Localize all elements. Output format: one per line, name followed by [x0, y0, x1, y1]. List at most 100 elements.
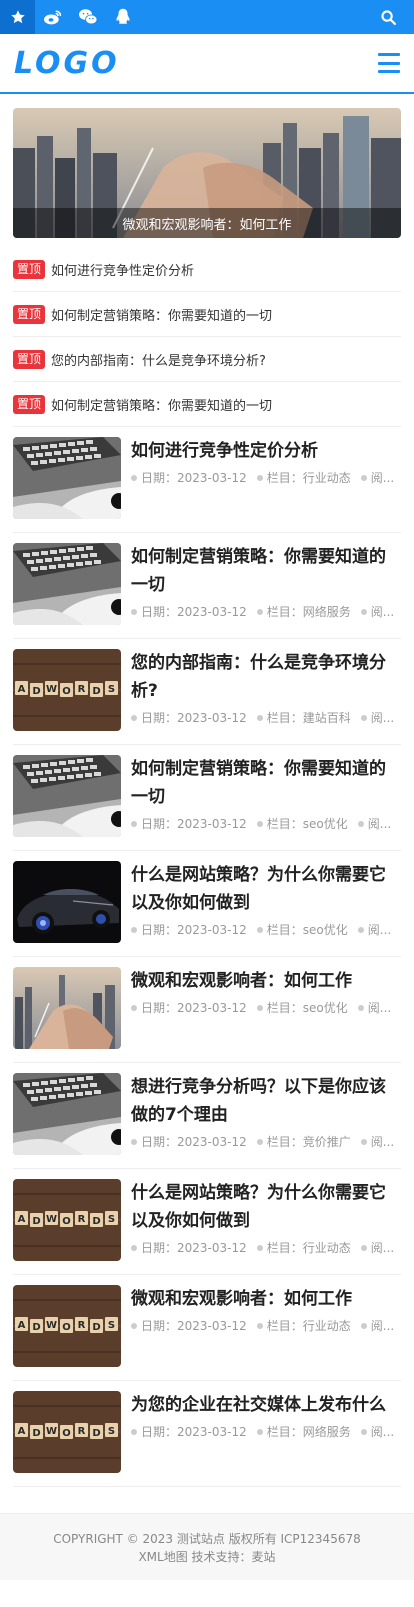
article-body: 什么是网站策略？为什么你需要它以及你如何做到日期： 2023-03-12 栏目： 行业…	[131, 1179, 401, 1274]
category-value[interactable]: 行业动态	[303, 469, 351, 486]
article-item[interactable]: A D W O R D S 您的内部指南：什么是竞争环境分析? 日期： 2023-03-12 栏目：…	[13, 639, 401, 745]
article-item[interactable]: A D W O R D S 什么是网站策略？为什么你需要它以及你如何做到日期： 2023-03-…	[13, 1169, 401, 1275]
views-value: 阅...	[370, 1135, 395, 1149]
article-thumbnail[interactable]: ADWORDS	[13, 1391, 121, 1473]
article-item[interactable]: 什么是网站策略？为什么你需要它以及你如何做到日期： 2023-03-12 栏目： se…	[13, 851, 401, 957]
weibo-icon[interactable]	[35, 0, 70, 34]
svg-text:R: R	[78, 1426, 86, 1437]
article-meta: 日期： 2023-03-12 栏目： seo优化 阅...	[131, 921, 401, 938]
meta-views: 阅...	[360, 469, 395, 486]
category-value[interactable]: 行业动态	[303, 1317, 351, 1334]
footer-links[interactable]: XML地图 技术支持：麦站	[0, 1548, 414, 1566]
site-logo[interactable]: LOGO	[14, 46, 120, 81]
bullet-icon	[256, 474, 263, 481]
svg-text:A: A	[18, 684, 26, 695]
article-title[interactable]: 如何制定营销策略：你需要知道的一切	[131, 755, 401, 811]
top-bar	[0, 0, 414, 34]
category-value[interactable]: seo优化	[303, 921, 348, 938]
bullet-icon	[256, 1244, 263, 1251]
article-title[interactable]: 您的内部指南：什么是竞争环境分析?	[131, 649, 401, 705]
category-label: 栏目：	[266, 1241, 303, 1255]
bullet-icon	[131, 1138, 137, 1145]
article-item[interactable]: 想进行竞争分析吗？以下是你应该做的7个理由 日期： 2023-03-12 栏目： 竞价推…	[13, 1063, 401, 1169]
article-thumbnail[interactable]	[13, 437, 121, 519]
meta-category: 栏目： seo优化	[256, 815, 348, 832]
date-label: 日期：	[141, 923, 178, 937]
article-title[interactable]: 想进行竞争分析吗？以下是你应该做的7个理由	[131, 1073, 401, 1129]
pinned-title[interactable]: 如何制定营销策略：你需要知道的一切	[51, 305, 272, 324]
article-meta: 日期： 2023-03-12 栏目： 行业动态 阅...	[131, 1239, 401, 1256]
pinned-title[interactable]: 您的内部指南：什么是竞争环境分析?	[51, 350, 266, 369]
svg-text:A: A	[18, 1320, 26, 1331]
views-value: 阅...	[367, 1001, 392, 1015]
article-thumbnail[interactable]: ADWORDS	[13, 1285, 121, 1367]
bullet-icon	[256, 1322, 263, 1329]
star-icon[interactable]	[0, 0, 35, 34]
category-value[interactable]: seo优化	[303, 815, 348, 832]
meta-date: 日期： 2023-03-12	[131, 921, 247, 938]
wechat-icon[interactable]	[70, 0, 105, 34]
svg-text:D: D	[32, 1216, 40, 1227]
article-item[interactable]: A D W O R D S 微观和宏观影响者：如何工作日期： 2023-03-12 栏目： 行业动态…	[13, 1275, 401, 1381]
category-value[interactable]: 行业动态	[303, 1239, 351, 1256]
date-label: 日期：	[141, 1001, 178, 1015]
menu-icon[interactable]	[378, 53, 400, 73]
article-item[interactable]: A D W O R D S 为您的企业在社交媒体上发布什么 日期： 2023-03-12 栏目： 网络…	[13, 1381, 401, 1487]
article-meta: 日期： 2023-03-12 栏目： 行业动态 阅...	[131, 1317, 401, 1334]
article-thumbnail[interactable]	[13, 861, 121, 943]
qq-icon[interactable]	[105, 0, 140, 34]
article-title[interactable]: 为您的企业在社交媒体上发布什么	[131, 1391, 401, 1419]
article-thumbnail[interactable]	[13, 755, 121, 837]
meta-date: 日期： 2023-03-12	[131, 815, 247, 832]
pinned-item[interactable]: 置顶 如何制定营销策略：你需要知道的一切	[13, 382, 401, 427]
article-body: 为您的企业在社交媒体上发布什么日期： 2023-03-12 栏目： 网络服务 阅...	[131, 1391, 401, 1486]
pinned-item[interactable]: 置顶 如何进行竞争性定价分析	[13, 247, 401, 292]
article-thumbnail[interactable]	[13, 1073, 121, 1155]
bullet-icon	[256, 1004, 263, 1011]
meta-date: 日期： 2023-03-12	[131, 469, 247, 486]
category-value[interactable]: 建站百科	[303, 709, 351, 726]
bullet-icon	[360, 1138, 367, 1145]
article-title[interactable]: 什么是网站策略？为什么你需要它以及你如何做到	[131, 861, 401, 917]
category-value[interactable]: seo优化	[303, 999, 348, 1016]
bullet-icon	[357, 820, 364, 827]
pinned-item[interactable]: 置顶 您的内部指南：什么是竞争环境分析?	[13, 337, 401, 382]
bullet-icon	[360, 608, 367, 615]
meta-views: 阅...	[360, 1423, 394, 1440]
category-value[interactable]: 网络服务	[303, 1423, 351, 1440]
category-label: 栏目：	[266, 711, 303, 725]
article-thumbnail[interactable]: ADWORDS	[13, 1179, 121, 1261]
svg-text:O: O	[62, 1322, 71, 1333]
pinned-title[interactable]: 如何制定营销策略：你需要知道的一切	[51, 395, 272, 414]
svg-text:R: R	[78, 1320, 86, 1331]
views-value: 阅...	[370, 471, 395, 485]
article-item[interactable]: 如何制定营销策略：你需要知道的一切 日期： 2023-03-12 栏目： seo优化 阅.…	[13, 745, 401, 851]
pinned-item[interactable]: 置顶 如何制定营销策略：你需要知道的一切	[13, 292, 401, 337]
article-list: 如何进行竞争性定价分析 日期： 2023-03-12 栏目： 行业动态 阅... 如何制定营…	[13, 427, 401, 1487]
bullet-icon	[131, 1428, 137, 1435]
article-item[interactable]: 微观和宏观影响者：如何工作 日期： 2023-03-12 栏目： seo优化 阅...	[13, 957, 401, 1063]
article-title[interactable]: 如何制定营销策略：你需要知道的一切	[131, 543, 401, 599]
search-icon[interactable]	[374, 0, 402, 34]
article-thumbnail[interactable]	[13, 543, 121, 625]
category-value[interactable]: 网络服务	[303, 603, 351, 620]
article-title[interactable]: 微观和宏观影响者：如何工作	[131, 1285, 401, 1313]
article-title[interactable]: 如何进行竞争性定价分析	[131, 437, 401, 465]
article-thumbnail[interactable]: ADWORDS	[13, 649, 121, 731]
category-label: 栏目：	[266, 817, 303, 831]
article-title[interactable]: 微观和宏观影响者：如何工作	[131, 967, 401, 995]
article-item[interactable]: 如何制定营销策略：你需要知道的一切 日期： 2023-03-12 栏目： 网络服务 阅..…	[13, 533, 401, 639]
bullet-icon	[131, 1004, 137, 1011]
bullet-icon	[360, 1322, 367, 1329]
pinned-title[interactable]: 如何进行竞争性定价分析	[51, 260, 194, 279]
bullet-icon	[131, 820, 137, 827]
date-value: 2023-03-12	[177, 1134, 247, 1149]
article-title[interactable]: 什么是网站策略？为什么你需要它以及你如何做到	[131, 1179, 401, 1235]
category-value[interactable]: 竞价推广	[303, 1133, 351, 1150]
banner-slide[interactable]: 微观和宏观影响者：如何工作	[13, 108, 401, 238]
banner-caption: 微观和宏观影响者：如何工作	[13, 208, 401, 238]
article-item[interactable]: 如何进行竞争性定价分析 日期： 2023-03-12 栏目： 行业动态 阅...	[13, 427, 401, 533]
article-thumbnail[interactable]	[13, 967, 121, 1049]
article-meta: 日期： 2023-03-12 栏目： 网络服务 阅...	[131, 1423, 401, 1440]
article-meta: 日期： 2023-03-12 栏目： 竞价推广 阅...	[131, 1133, 401, 1150]
